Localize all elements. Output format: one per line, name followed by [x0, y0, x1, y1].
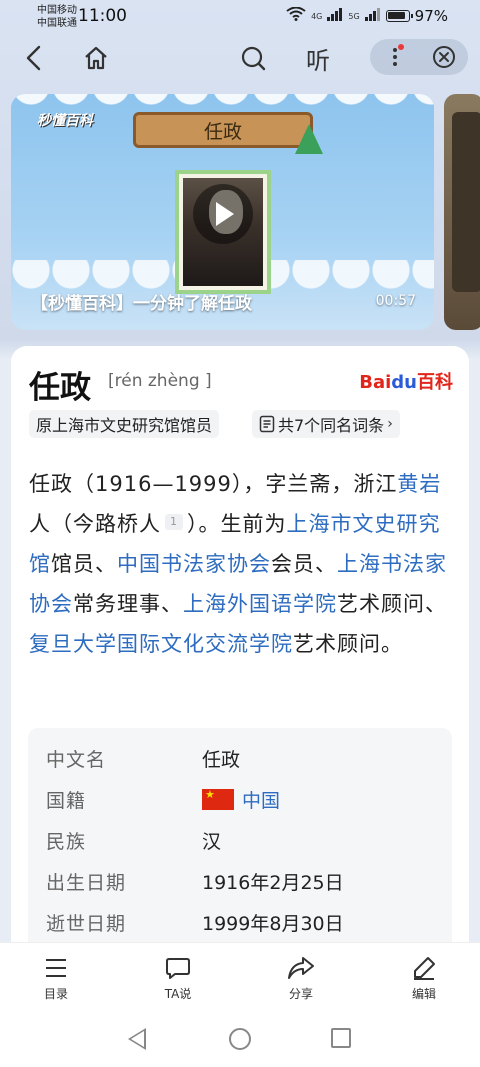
battery-icon [385, 10, 413, 22]
entry-summary: 任政（1916—1999），字兰斋，浙江黄岩人（今路桥人 1 ）。生前为上海市文史研… [29, 464, 454, 664]
status-bar: 中国移动 中国联通 11:00 4G 5G 97% [0, 0, 480, 34]
info-value: 汉 [202, 830, 222, 853]
same-name-entries-button[interactable]: 共7个同名词条 › [252, 410, 400, 438]
carrier-1: 中国移动 [37, 5, 77, 16]
info-key: 民族 [46, 830, 87, 853]
notification-dot [397, 44, 404, 50]
system-recents-icon[interactable] [331, 1028, 351, 1048]
share-label: 分享 [288, 987, 313, 1001]
listen-button[interactable]: 听 [300, 40, 336, 76]
logo-text-baike: 百科 [417, 372, 453, 393]
signal-bars-icon [327, 7, 343, 25]
search-button[interactable] [235, 40, 271, 76]
info-value: 1916年2月25日 [202, 871, 344, 894]
summary-text: 会员、 [271, 552, 337, 576]
entry-card: 任政 [rén zhèng ] Baidu百科 原上海市文史研究馆馆员 共7个同… [11, 346, 469, 946]
summary-text: 馆员、 [51, 552, 117, 576]
entry-title: 任政 [29, 370, 91, 406]
battery-level: 97% [414, 7, 448, 25]
carrier-info: 中国移动 中国联通 [37, 4, 77, 30]
more-menu-button[interactable] [380, 42, 410, 72]
top-nav: 听 [0, 34, 480, 84]
edit-button[interactable]: 编辑 [384, 955, 464, 1002]
chevron-right-icon: › [387, 416, 393, 432]
wifi-icon [286, 6, 306, 25]
signal-label-2: 5G [348, 11, 360, 21]
comment-icon [138, 955, 218, 985]
summary-text: 任政（1916—1999），字兰斋，浙江 [29, 472, 398, 496]
document-icon [259, 415, 275, 433]
info-row: 中文名 任政 [46, 743, 240, 773]
link-shanghai-foreign-language-institute[interactable]: 上海外国语学院 [183, 592, 337, 616]
carrier-2: 中国联通 [37, 18, 77, 29]
summary-text: ）。生前为 [187, 512, 287, 536]
link-china-calligraphers-association[interactable]: 中国书法家协会 [117, 552, 271, 576]
summary-text: 人（今路桥人 [29, 512, 161, 536]
miaodong-logo: 秒懂百科 [37, 113, 93, 129]
entry-pinyin[interactable]: [rén zhèng ] [108, 371, 212, 391]
summary-text: 艺术顾问。 [293, 632, 403, 656]
link-fudan-international-culture-college[interactable]: 复旦大学国际文化交流学院 [29, 632, 293, 656]
info-row: 逝世日期 1999年8月30日 [46, 907, 344, 937]
info-value: 任政 [202, 748, 241, 771]
info-value: 1999年8月30日 [202, 912, 344, 935]
close-circle-icon [432, 46, 455, 68]
nationality-link[interactable]: 中国 [242, 786, 280, 813]
video-title: 【秒懂百科】一分钟了解任政 [31, 294, 252, 314]
same-name-label: 共7个同名词条 [278, 416, 385, 435]
edit-label: 编辑 [411, 987, 436, 1001]
logo-text-du: du [391, 372, 417, 393]
close-button[interactable] [429, 42, 459, 72]
signal-label-1: 4G [311, 11, 323, 21]
list-icon [16, 955, 96, 985]
info-key: 国籍 [46, 789, 87, 812]
logo-text-bai: Bai [359, 372, 392, 393]
bottom-toolbar: 目录 TA说 分享 编辑 [0, 942, 480, 1012]
info-value-nationality[interactable]: 中国 [202, 786, 280, 813]
search-icon [241, 46, 266, 71]
link-huangyan[interactable]: 黄岩 [397, 472, 441, 496]
system-back-icon[interactable] [128, 1028, 146, 1050]
video-duration: 00:57 [375, 293, 416, 309]
pencil-icon [384, 955, 464, 985]
next-video-image [452, 112, 480, 292]
info-row: 民族 汉 [46, 825, 221, 855]
back-arrow-icon [26, 45, 41, 71]
info-key: 逝世日期 [46, 912, 127, 935]
play-icon[interactable] [193, 184, 253, 244]
share-icon [261, 955, 341, 985]
status-time: 11:00 [78, 6, 127, 26]
info-key: 出生日期 [46, 871, 127, 894]
status-icons: 4G 5G 97% [286, 6, 448, 25]
system-nav-bar [0, 1012, 480, 1067]
china-flag-icon [202, 788, 234, 810]
info-key: 中文名 [46, 748, 107, 771]
basic-info-box: 中文名 任政 国籍 中国 民族 汉 出生日期 1916年2月25日 逝世日期 1… [28, 728, 452, 946]
mini-program-capsule [370, 39, 468, 75]
summary-text: 艺术顾问、 [337, 592, 447, 616]
home-button[interactable] [78, 40, 114, 76]
info-row: 出生日期 1916年2月25日 [46, 866, 344, 896]
ta-say-label: TA说 [164, 987, 192, 1001]
tree-decoration [295, 124, 323, 154]
signal-bars-icon [364, 7, 381, 25]
share-button[interactable]: 分享 [261, 955, 341, 1002]
summary-text: 常务理事、 [73, 592, 183, 616]
more-dots-icon [392, 48, 397, 66]
home-icon [85, 46, 107, 70]
reference-marker[interactable]: 1 [165, 514, 183, 530]
system-home-icon[interactable] [229, 1028, 251, 1050]
info-row: 国籍 中国 [46, 784, 280, 814]
baidu-baike-logo: Baidu百科 [359, 368, 453, 394]
video-player[interactable]: 秒懂百科 任政 【秒懂百科】一分钟了解任政 00:57 [11, 94, 434, 330]
catalog-label: 目录 [43, 987, 68, 1001]
video-signboard: 任政 [133, 112, 313, 148]
catalog-button[interactable]: 目录 [16, 955, 96, 1002]
ta-say-button[interactable]: TA说 [138, 955, 218, 1002]
back-button[interactable] [16, 40, 52, 76]
identity-tag[interactable]: 原上海市文史研究馆馆员 [29, 410, 220, 438]
